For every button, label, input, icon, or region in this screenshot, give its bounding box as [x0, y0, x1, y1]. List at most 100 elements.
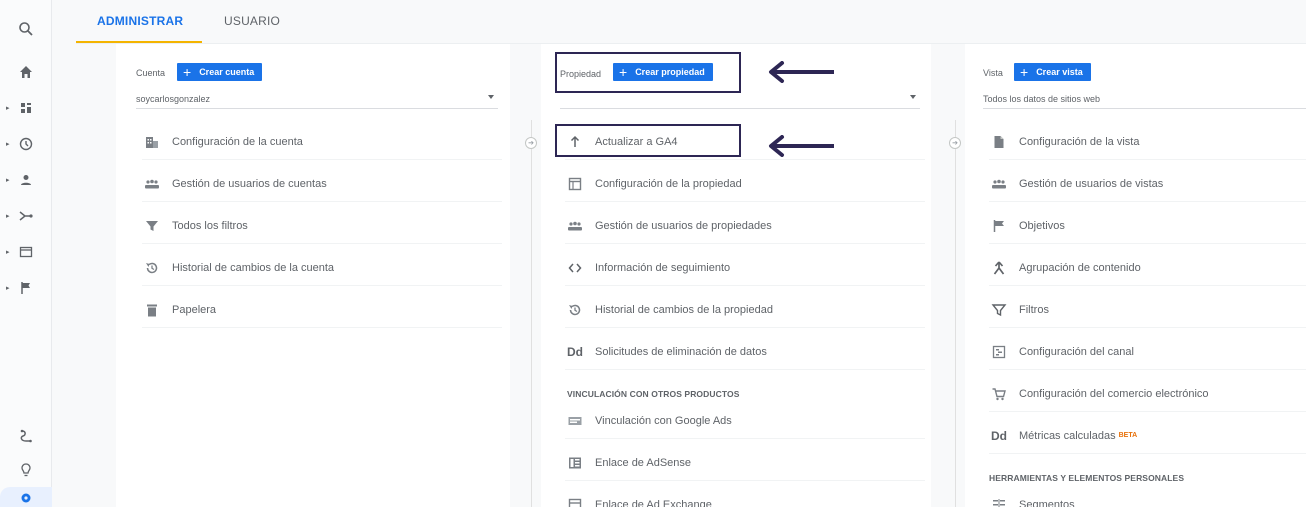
menu-item-all-filters[interactable]: Todos los filtros — [142, 208, 502, 244]
adexchange-icon — [565, 495, 585, 507]
chevron-down-icon — [910, 95, 916, 99]
menu-item-goals[interactable]: Objetivos — [989, 208, 1306, 244]
menu-item-segments[interactable]: Segmentos — [989, 487, 1306, 507]
account-selector[interactable]: soycarlosgonzalez — [136, 89, 498, 109]
adsense-icon — [565, 453, 585, 473]
account-column: Cuenta + Crear cuenta soycarlosgonzalez C… — [116, 44, 510, 507]
annotation-highlight-box — [555, 124, 741, 157]
create-view-label: Crear vista — [1036, 67, 1083, 77]
menu-item-label: Métricas calculadas — [1019, 429, 1116, 442]
lightbulb-icon[interactable] — [0, 455, 52, 485]
menu-item-label: Enlace de AdSense — [595, 456, 692, 469]
menu-item-ecommerce-settings[interactable]: Configuración del comercio electrónico — [989, 376, 1306, 412]
column-connector-icon: ➔ — [525, 137, 537, 149]
column-connector-icon: ➔ — [949, 137, 961, 149]
menu-item-label: Configuración de la propiedad — [595, 177, 742, 190]
view-selected-value: Todos los datos de sitios web — [983, 93, 1101, 104]
flag-icon — [989, 216, 1009, 236]
menu-item-label: Configuración del canal — [1019, 345, 1134, 358]
tab-administrar[interactable]: ADMINISTRAR — [97, 14, 183, 28]
history-icon — [565, 300, 585, 320]
trash-icon — [142, 300, 162, 320]
menu-item-adexchange-link[interactable]: Enlace de Ad Exchange — [565, 487, 925, 507]
account-selected-value: soycarlosgonzalez — [136, 93, 211, 104]
menu-item-label: Segmentos — [1019, 498, 1075, 507]
section-heading-tools: HERRAMIENTAS Y ELEMENTOS PERSONALES — [989, 473, 1185, 483]
annotation-arrow-icon — [769, 61, 834, 83]
view-label: Vista — [983, 68, 1003, 78]
acquisition-icon[interactable]: ▸ — [0, 201, 52, 231]
menu-item-adsense-link[interactable]: Enlace de AdSense — [565, 445, 925, 481]
menu-item-label: Objetivos — [1019, 219, 1065, 232]
property-column: Propiedad + Crear propiedad Actualizar a … — [541, 44, 931, 507]
menu-item-property-settings[interactable]: Configuración de la propiedad — [565, 166, 925, 202]
menu-item-account-history[interactable]: Historial de cambios de la cuenta — [142, 250, 502, 286]
admin-tabs: ADMINISTRAR USUARIO — [76, 0, 1306, 44]
menu-item-label: Configuración del comercio electrónico — [1019, 387, 1209, 400]
dashboard-icon[interactable]: ▸ — [0, 93, 52, 123]
menu-item-label: Todos los filtros — [172, 219, 248, 232]
menu-item-label: Gestión de usuarios de vistas — [1019, 177, 1164, 190]
annotation-arrow-icon — [769, 135, 834, 157]
menu-item-data-deletion[interactable]: Dd Solicitudes de eliminación de datos — [565, 334, 925, 370]
menu-item-label: Vinculación con Google Ads — [595, 414, 732, 427]
chevron-down-icon — [488, 95, 494, 99]
menu-item-label: Información de seguimiento — [595, 261, 731, 274]
menu-item-google-ads-link[interactable]: Vinculación con Google Ads — [565, 403, 925, 439]
view-selector[interactable]: Todos los datos de sitios web — [983, 89, 1306, 109]
filter-icon — [989, 300, 1009, 320]
people-icon — [565, 216, 585, 236]
people-icon — [142, 174, 162, 194]
left-nav-rail: ▸ ▸ ▸ ▸ ▸ ▸ — [0, 0, 52, 507]
menu-item-property-history[interactable]: Historial de cambios de la propiedad — [565, 292, 925, 328]
menu-item-label: Gestión de usuarios de propiedades — [595, 219, 772, 232]
code-icon — [565, 258, 585, 278]
menu-item-label: Solicitudes de eliminación de datos — [595, 345, 767, 358]
plus-icon: + — [183, 64, 192, 80]
menu-item-content-grouping[interactable]: Agrupación de contenido — [989, 250, 1306, 286]
account-label: Cuenta — [136, 68, 166, 78]
menu-item-label: Papelera — [172, 303, 217, 316]
menu-item-property-users[interactable]: Gestión de usuarios de propiedades — [565, 208, 925, 244]
clock-icon[interactable]: ▸ — [0, 129, 52, 159]
tab-usuario[interactable]: USUARIO — [224, 14, 280, 28]
search-icon[interactable] — [0, 14, 52, 44]
window-icon — [565, 174, 585, 194]
column-divider — [531, 120, 532, 507]
menu-item-trash[interactable]: Papelera — [142, 292, 502, 328]
dd-icon: Dd — [567, 344, 583, 359]
route-icon[interactable] — [0, 421, 52, 451]
create-account-label: Crear cuenta — [199, 67, 255, 77]
view-column: Vista + Crear vista Todos los datos de si… — [965, 44, 1306, 507]
home-icon[interactable] — [0, 57, 52, 87]
column-divider — [955, 120, 956, 507]
active-tab-indicator — [76, 41, 202, 43]
menu-item-calculated-metrics[interactable]: Dd Métricas calculadas BETA — [989, 418, 1306, 454]
menu-item-view-users[interactable]: Gestión de usuarios de vistas — [989, 166, 1306, 202]
menu-item-account-settings[interactable]: Configuración de la cuenta — [142, 124, 502, 160]
filter-icon — [142, 216, 162, 236]
create-view-button[interactable]: + Crear vista — [1014, 63, 1091, 81]
dd-icon: Dd — [991, 428, 1007, 443]
menu-item-account-users[interactable]: Gestión de usuarios de cuentas — [142, 166, 502, 202]
menu-item-label: Gestión de usuarios de cuentas — [172, 177, 327, 190]
menu-item-channel-settings[interactable]: Configuración del canal — [989, 334, 1306, 370]
menu-item-label: Historial de cambios de la propiedad — [595, 303, 773, 316]
section-heading-links: VINCULACIÓN CON OTROS PRODUCTOS — [567, 389, 740, 399]
person-icon[interactable]: ▸ — [0, 165, 52, 195]
plus-icon: + — [1020, 64, 1029, 80]
annotation-highlight-box — [555, 52, 741, 93]
menu-item-label: Enlace de Ad Exchange — [595, 498, 712, 507]
cart-icon — [989, 384, 1009, 404]
menu-item-label: Historial de cambios de la cuenta — [172, 261, 335, 274]
flag-icon[interactable]: ▸ — [0, 273, 52, 303]
create-account-button[interactable]: + Crear cuenta — [177, 63, 263, 81]
menu-item-tracking-info[interactable]: Información de seguimiento — [565, 250, 925, 286]
menu-item-label: Filtros — [1019, 303, 1049, 316]
channel-icon — [989, 342, 1009, 362]
behavior-icon[interactable]: ▸ — [0, 237, 52, 267]
menu-item-view-settings[interactable]: Configuración de la vista — [989, 124, 1306, 160]
settings-icon[interactable] — [0, 487, 52, 507]
menu-item-filters[interactable]: Filtros — [989, 292, 1306, 328]
ga-admin-screen: ▸ ▸ ▸ ▸ ▸ ▸ ADMINISTRAR USUARIO Cuenta +… — [0, 0, 1306, 507]
